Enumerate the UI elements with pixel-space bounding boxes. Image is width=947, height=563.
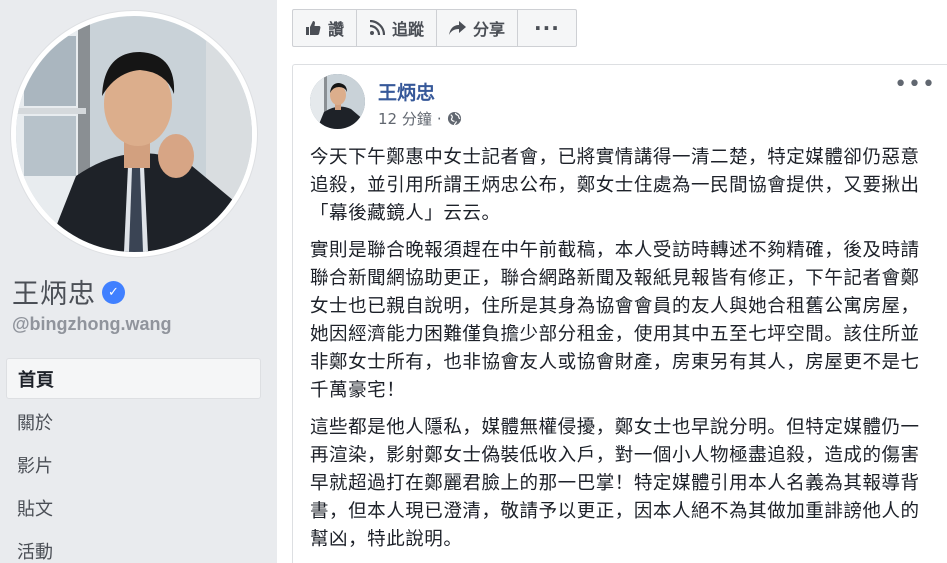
- page-name[interactable]: 王炳忠: [12, 272, 96, 311]
- post-paragraph: 實則是聯合晚報須趕在中午前截稿，本人受訪時轉述不夠精確，後及時請聯合新聞網協助更…: [310, 240, 920, 401]
- nav-item-about[interactable]: 關於: [6, 401, 261, 442]
- profile-picture[interactable]: [11, 11, 257, 257]
- globe-icon[interactable]: [447, 111, 462, 126]
- like-button[interactable]: 讚: [293, 10, 358, 46]
- post-paragraph: 今天下午鄭惠中女士記者會，已將實情講得一清二楚，特定媒體卻仍惡意追殺，並引用所謂…: [310, 147, 920, 224]
- page-handle[interactable]: @bingzhong.wang: [12, 314, 172, 335]
- page-action-bar: 讚 追蹤 分享 ···: [292, 9, 577, 47]
- post-author-name[interactable]: 王炳忠: [378, 78, 435, 105]
- rss-icon: [369, 20, 386, 36]
- main-column: 讚 追蹤 分享 ··· 王炳忠 12 分鐘 · ••• 今天下午鄭惠中女士記者會…: [277, 0, 947, 563]
- post-meta: 12 分鐘 ·: [378, 108, 462, 129]
- follow-button[interactable]: 追蹤: [357, 10, 438, 46]
- post-paragraph: 這些都是他人隱私，媒體無權侵擾，鄭女士也早說分明。但特定媒體仍一再渲染，影射鄭女…: [310, 417, 920, 550]
- profile-photo-image: [16, 16, 252, 252]
- nav-item-events[interactable]: 活動: [6, 530, 261, 563]
- post-options-button[interactable]: •••: [894, 74, 936, 96]
- post-author-avatar[interactable]: [310, 74, 365, 129]
- thumbs-up-icon: [305, 20, 321, 36]
- left-column: 王炳忠 ✓ @bingzhong.wang 首頁 關於 影片 貼文 活動: [0, 0, 277, 563]
- nav-item-home[interactable]: 首頁: [6, 358, 261, 399]
- post-body: 今天下午鄭惠中女士記者會，已將實情講得一清二楚，特定媒體卻仍惡意追殺，並引用所謂…: [310, 144, 935, 563]
- like-label: 讚: [328, 20, 345, 39]
- post-timestamp[interactable]: 12 分鐘: [378, 108, 432, 129]
- share-button[interactable]: 分享: [437, 10, 519, 46]
- nav-item-posts[interactable]: 貼文: [6, 487, 261, 528]
- page-nav: 首頁 關於 影片 貼文 活動: [6, 358, 261, 563]
- verified-badge-icon: ✓: [102, 281, 125, 304]
- share-label: 分享: [473, 20, 506, 39]
- post-card: 王炳忠 12 分鐘 · ••• 今天下午鄭惠中女士記者會，已將實情講得一清二楚，…: [292, 64, 947, 563]
- nav-item-videos[interactable]: 影片: [6, 444, 261, 485]
- more-actions-button[interactable]: ···: [518, 10, 576, 46]
- share-arrow-icon: [449, 20, 467, 36]
- follow-label: 追蹤: [392, 20, 425, 39]
